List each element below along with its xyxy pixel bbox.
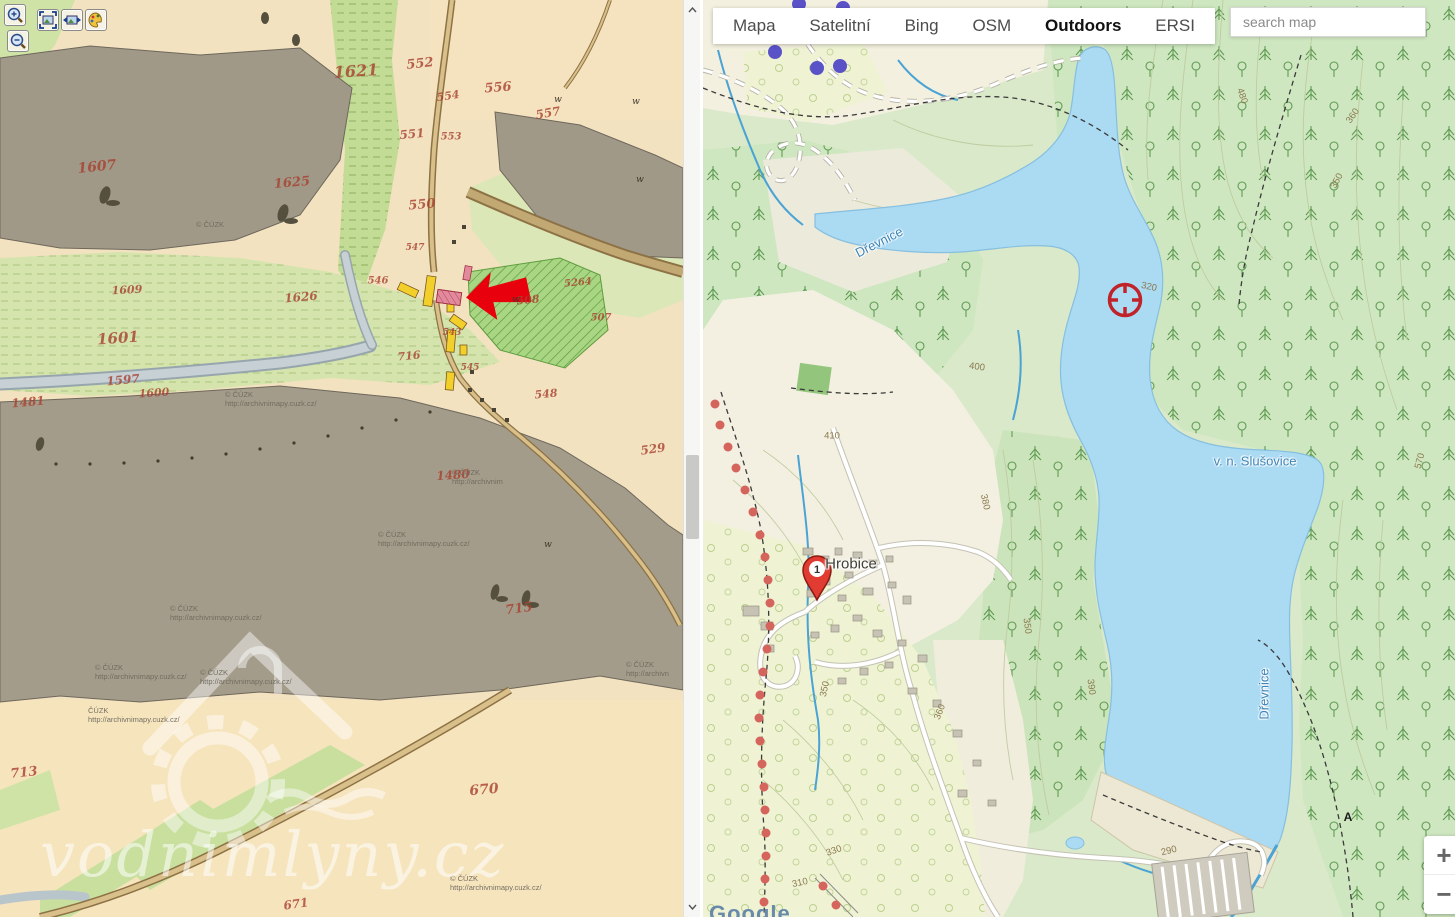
map-zoom-in-button[interactable]: + bbox=[1424, 836, 1455, 874]
copyright-layer: © ČÚZK © ČÚZKhttp://archivnimapy.cuzk.cz/… bbox=[0, 0, 683, 917]
cuzk-copyright: ČÚZKhttp://archivnimapy.cuzk.cz/ bbox=[88, 706, 180, 724]
fit-extent-icon bbox=[39, 11, 57, 29]
zoom-out-button[interactable] bbox=[7, 30, 29, 52]
tab-bing[interactable]: Bing bbox=[905, 16, 939, 36]
map-search bbox=[1230, 7, 1426, 37]
vertical-scrollbar[interactable] bbox=[683, 0, 701, 917]
map-symbol-layer: A bbox=[703, 0, 1455, 917]
cuzk-copyright: © ČÚZK bbox=[196, 220, 224, 229]
search-input[interactable] bbox=[1230, 7, 1426, 37]
pan-map-button[interactable] bbox=[61, 9, 83, 31]
scrollbar-down-icon[interactable] bbox=[684, 899, 701, 915]
map-zoom-control: + − bbox=[1424, 836, 1455, 914]
google-attribution-logo[interactable]: Google bbox=[709, 901, 791, 917]
mapsym-label: A bbox=[1344, 810, 1353, 824]
modern-map-panel[interactable]: 1 48036035032040041038057035039036035033… bbox=[703, 0, 1455, 917]
cuzk-copyright: © ČÚZKhttp://archivnimapy.cuzk.cz/ bbox=[378, 530, 470, 548]
tab-outdoors[interactable]: Outdoors bbox=[1045, 16, 1122, 36]
tab-osm[interactable]: OSM bbox=[972, 16, 1011, 36]
tab-mapa[interactable]: Mapa bbox=[733, 16, 776, 36]
cuzk-copyright: © ČÚZKhttp://archivnimapy.cuzk.cz/ bbox=[95, 663, 187, 681]
cuzk-copyright: © ČÚZKhttp://archivnim bbox=[452, 468, 503, 486]
map-zoom-out-button[interactable]: − bbox=[1424, 875, 1455, 913]
scrollbar-thumb[interactable] bbox=[686, 455, 699, 539]
cuzk-copyright: © ČÚZKhttp://archivnimapy.cuzk.cz/ bbox=[225, 390, 317, 408]
zoom-in-button[interactable] bbox=[4, 4, 26, 26]
historical-map-panel[interactable]: 1621552554556557551553550160716251609162… bbox=[0, 0, 683, 917]
tab-ersi[interactable]: ERSI bbox=[1155, 16, 1195, 36]
cuzk-copyright: © ČÚZKhttp://archivnimapy.cuzk.cz/ bbox=[200, 668, 292, 686]
palette-icon bbox=[87, 11, 105, 29]
zoom-out-icon bbox=[9, 32, 27, 50]
cuzk-copyright: © ČÚZKhttp://archivnimapy.cuzk.cz/ bbox=[170, 604, 262, 622]
pan-icon bbox=[63, 11, 81, 29]
cuzk-copyright: © ČÚZKhttp://archivnimapy.cuzk.cz/ bbox=[450, 874, 542, 892]
layers-palette-button[interactable] bbox=[85, 9, 107, 31]
fit-extent-button[interactable] bbox=[37, 9, 59, 31]
scrollbar-up-icon[interactable] bbox=[684, 2, 701, 18]
cuzk-copyright: © ČÚZKhttp://archivn bbox=[626, 660, 669, 678]
basemap-tabbar: Mapa Satelitní Bing OSM Outdoors ERSI bbox=[713, 8, 1215, 44]
tab-satelitni[interactable]: Satelitní bbox=[809, 16, 870, 36]
zoom-in-icon bbox=[6, 6, 24, 24]
